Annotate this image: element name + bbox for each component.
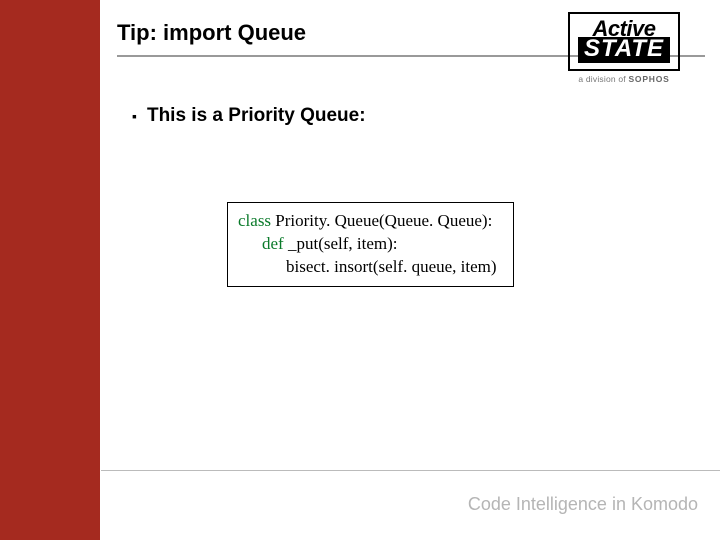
logo-caption: a division of SOPHOS	[550, 74, 698, 84]
code-line-1: class Priority. Queue(Queue. Queue):	[238, 211, 492, 230]
code-def-sig: _put(self, item):	[284, 234, 398, 253]
keyword-class: class	[238, 211, 271, 230]
logo-caption-prefix: a division of	[578, 74, 628, 84]
footer-divider	[0, 470, 720, 471]
brand-logo: Active STATE a division of SOPHOS	[550, 12, 698, 84]
footer-text: Code Intelligence in Komodo	[468, 494, 698, 515]
code-block: class Priority. Queue(Queue. Queue): def…	[227, 202, 514, 287]
code-class-sig: Priority. Queue(Queue. Queue):	[271, 211, 492, 230]
sidebar-accent	[0, 0, 100, 540]
logo-frame: Active STATE	[568, 12, 680, 71]
content-area: ▪ This is a Priority Queue: class Priori…	[132, 105, 682, 287]
bullet-item: ▪ This is a Priority Queue:	[132, 105, 682, 127]
code-line-2: def _put(self, item):	[238, 233, 497, 256]
slide: Tip: import Queue Active STATE a divisio…	[0, 0, 720, 540]
bullet-marker-icon: ▪	[132, 108, 137, 124]
keyword-def: def	[262, 234, 284, 253]
logo-text-bottom: STATE	[578, 37, 670, 63]
logo-caption-brand: SOPHOS	[628, 74, 669, 84]
bullet-text: This is a Priority Queue:	[147, 105, 366, 127]
code-line-3: bisect. insort(self. queue, item)	[238, 256, 497, 279]
